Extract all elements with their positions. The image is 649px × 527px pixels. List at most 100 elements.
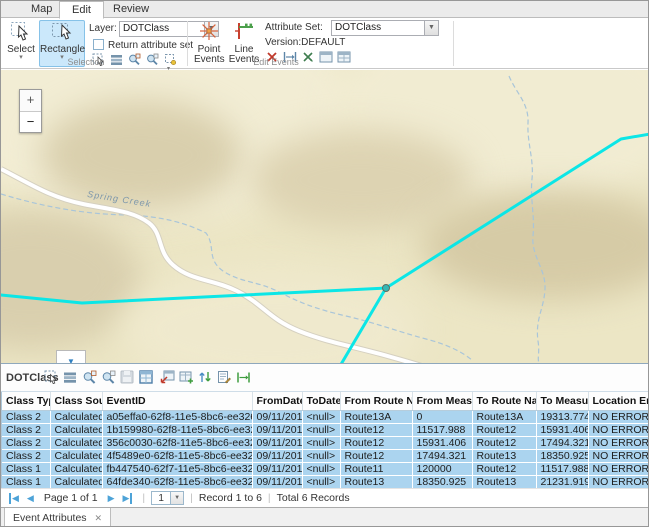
show-all-records-icon[interactable]: [62, 369, 78, 385]
first-page-button[interactable]: ◀: [9, 493, 19, 504]
col-fromdate[interactable]: FromDate: [252, 392, 302, 410]
cell[interactable]: 1b159980-62f8-11e5-8bc6-ee32641d5ec9: [102, 423, 252, 436]
cell[interactable]: 356c0030-62f8-11e5-8bc6-ee32641d5ec9: [102, 436, 252, 449]
cell[interactable]: NO ERROR: [588, 475, 649, 488]
cell[interactable]: Route13: [472, 449, 536, 462]
measure-fields-icon[interactable]: [235, 369, 251, 385]
cell[interactable]: a05effa0-62f8-11e5-8bc6-ee32641d5ec9: [102, 410, 252, 423]
tab-event-attributes[interactable]: Event Attributes ✕: [4, 508, 111, 527]
zoom-in-button[interactable]: +: [20, 90, 41, 111]
cell[interactable]: 11517.988: [536, 462, 588, 475]
cell[interactable]: Route12: [472, 423, 536, 436]
cell[interactable]: 17494.321: [412, 449, 472, 462]
cell[interactable]: NO ERROR: [588, 410, 649, 423]
cell[interactable]: 0: [412, 410, 472, 423]
cell[interactable]: Class 2: [2, 423, 50, 436]
zoom-to-selected-icon[interactable]: [81, 369, 97, 385]
cell[interactable]: <null>: [302, 436, 340, 449]
col-to-route-name[interactable]: To Route Name: [472, 392, 536, 410]
col-class-type[interactable]: Class Type: [2, 392, 50, 410]
cell[interactable]: 09/11/2015: [252, 475, 302, 488]
col-todate[interactable]: ToDate: [302, 392, 340, 410]
cell[interactable]: <null>: [302, 410, 340, 423]
panel-collapse-button[interactable]: ▼: [56, 350, 86, 363]
cell[interactable]: Route13A: [472, 410, 536, 423]
cell[interactable]: Route11: [340, 462, 412, 475]
cell[interactable]: Calculated: [50, 410, 102, 423]
zoom-out-button[interactable]: −: [20, 111, 41, 132]
cell[interactable]: <null>: [302, 449, 340, 462]
cell[interactable]: 18350.925: [536, 449, 588, 462]
cell[interactable]: 15931.406: [536, 423, 588, 436]
cell[interactable]: Calculated: [50, 449, 102, 462]
cell[interactable]: Route13: [340, 475, 412, 488]
next-page-button[interactable]: ▶: [108, 493, 115, 504]
col-to-measure[interactable]: To Measure: [536, 392, 588, 410]
append-records-icon[interactable]: [178, 369, 194, 385]
cell[interactable]: 17494.321: [536, 436, 588, 449]
edit-form-icon[interactable]: [216, 369, 232, 385]
table-row[interactable]: Class 1Calculatedfb447540-62f7-11e5-8bc6…: [2, 462, 649, 475]
cell[interactable]: NO ERROR: [588, 436, 649, 449]
cell[interactable]: Calculated: [50, 462, 102, 475]
cell[interactable]: <null>: [302, 475, 340, 488]
previous-page-button[interactable]: ◀: [27, 493, 34, 504]
map-viewport[interactable]: Spring Creek + − ▼: [1, 70, 649, 363]
save-edits-icon[interactable]: [119, 369, 135, 385]
cell[interactable]: fb447540-62f7-11e5-8bc6-ee32641d5ec9: [102, 462, 252, 475]
cell[interactable]: 09/11/2015: [252, 410, 302, 423]
cell[interactable]: 19313.774: [536, 410, 588, 423]
route-northeast-segment[interactable]: [386, 134, 649, 288]
close-tab-icon[interactable]: ✕: [95, 513, 103, 524]
cell[interactable]: Class 2: [2, 449, 50, 462]
page-number-input[interactable]: 1: [151, 491, 171, 505]
cell[interactable]: 11517.988: [412, 423, 472, 436]
last-page-button[interactable]: ▶: [122, 493, 132, 504]
col-location-error[interactable]: Location Error: [588, 392, 649, 410]
cell[interactable]: Route12: [472, 462, 536, 475]
sort-records-icon[interactable]: [197, 369, 213, 385]
cell[interactable]: NO ERROR: [588, 462, 649, 475]
route-west-segment[interactable]: [1, 288, 386, 303]
cell[interactable]: Calculated: [50, 475, 102, 488]
cell[interactable]: Route13: [472, 475, 536, 488]
table-row[interactable]: Class 2Calculateda05effa0-62f8-11e5-8bc6…: [2, 410, 649, 423]
attribute-window-icon[interactable]: [138, 369, 154, 385]
cell[interactable]: 09/11/2015: [252, 423, 302, 436]
flash-selection-icon[interactable]: ▾: [163, 52, 178, 66]
select-rows-tool-icon[interactable]: [43, 369, 59, 385]
cell[interactable]: 120000: [412, 462, 472, 475]
col-from-route-name[interactable]: From Route Name: [340, 392, 412, 410]
tab-map[interactable]: Map: [19, 1, 64, 18]
cell[interactable]: Route12: [472, 436, 536, 449]
cell[interactable]: 09/11/2015: [252, 462, 302, 475]
page-number-dropdown-icon[interactable]: ▼: [171, 491, 184, 505]
cell[interactable]: <null>: [302, 462, 340, 475]
col-from-measure[interactable]: From Measure: [412, 392, 472, 410]
cell[interactable]: Route12: [340, 436, 412, 449]
attribute-set-combobox[interactable]: DOTClass ▼: [331, 20, 439, 36]
cell[interactable]: Route13A: [340, 410, 412, 423]
cell[interactable]: Class 2: [2, 410, 50, 423]
cell[interactable]: Class 1: [2, 475, 50, 488]
attribute-set-combobox-arrow-icon[interactable]: ▼: [424, 21, 438, 35]
pan-to-selected-icon[interactable]: [100, 369, 116, 385]
cell[interactable]: 15931.406: [412, 436, 472, 449]
cell[interactable]: 21231.919: [536, 475, 588, 488]
table-row[interactable]: Class 2Calculated1b159980-62f8-11e5-8bc6…: [2, 423, 649, 436]
cell[interactable]: 18350.925: [412, 475, 472, 488]
cell[interactable]: Calculated: [50, 436, 102, 449]
cell[interactable]: NO ERROR: [588, 423, 649, 436]
col-eventid[interactable]: EventID: [102, 392, 252, 410]
return-attribute-set-checkbox[interactable]: [93, 39, 104, 50]
cell[interactable]: 09/11/2015: [252, 449, 302, 462]
cell[interactable]: Class 1: [2, 462, 50, 475]
route-junction-vertex[interactable]: [383, 285, 390, 292]
table-row[interactable]: Class 1Calculated64fde340-62f8-11e5-8bc6…: [2, 475, 649, 488]
table-row[interactable]: Class 2Calculated4f5489e0-62f8-11e5-8bc6…: [2, 449, 649, 462]
cell[interactable]: Calculated: [50, 423, 102, 436]
cell[interactable]: Route12: [340, 449, 412, 462]
cell[interactable]: 09/11/2015: [252, 436, 302, 449]
cell[interactable]: 4f5489e0-62f8-11e5-8bc6-ee32641d5ec9: [102, 449, 252, 462]
col-class-source[interactable]: Class Source: [50, 392, 102, 410]
